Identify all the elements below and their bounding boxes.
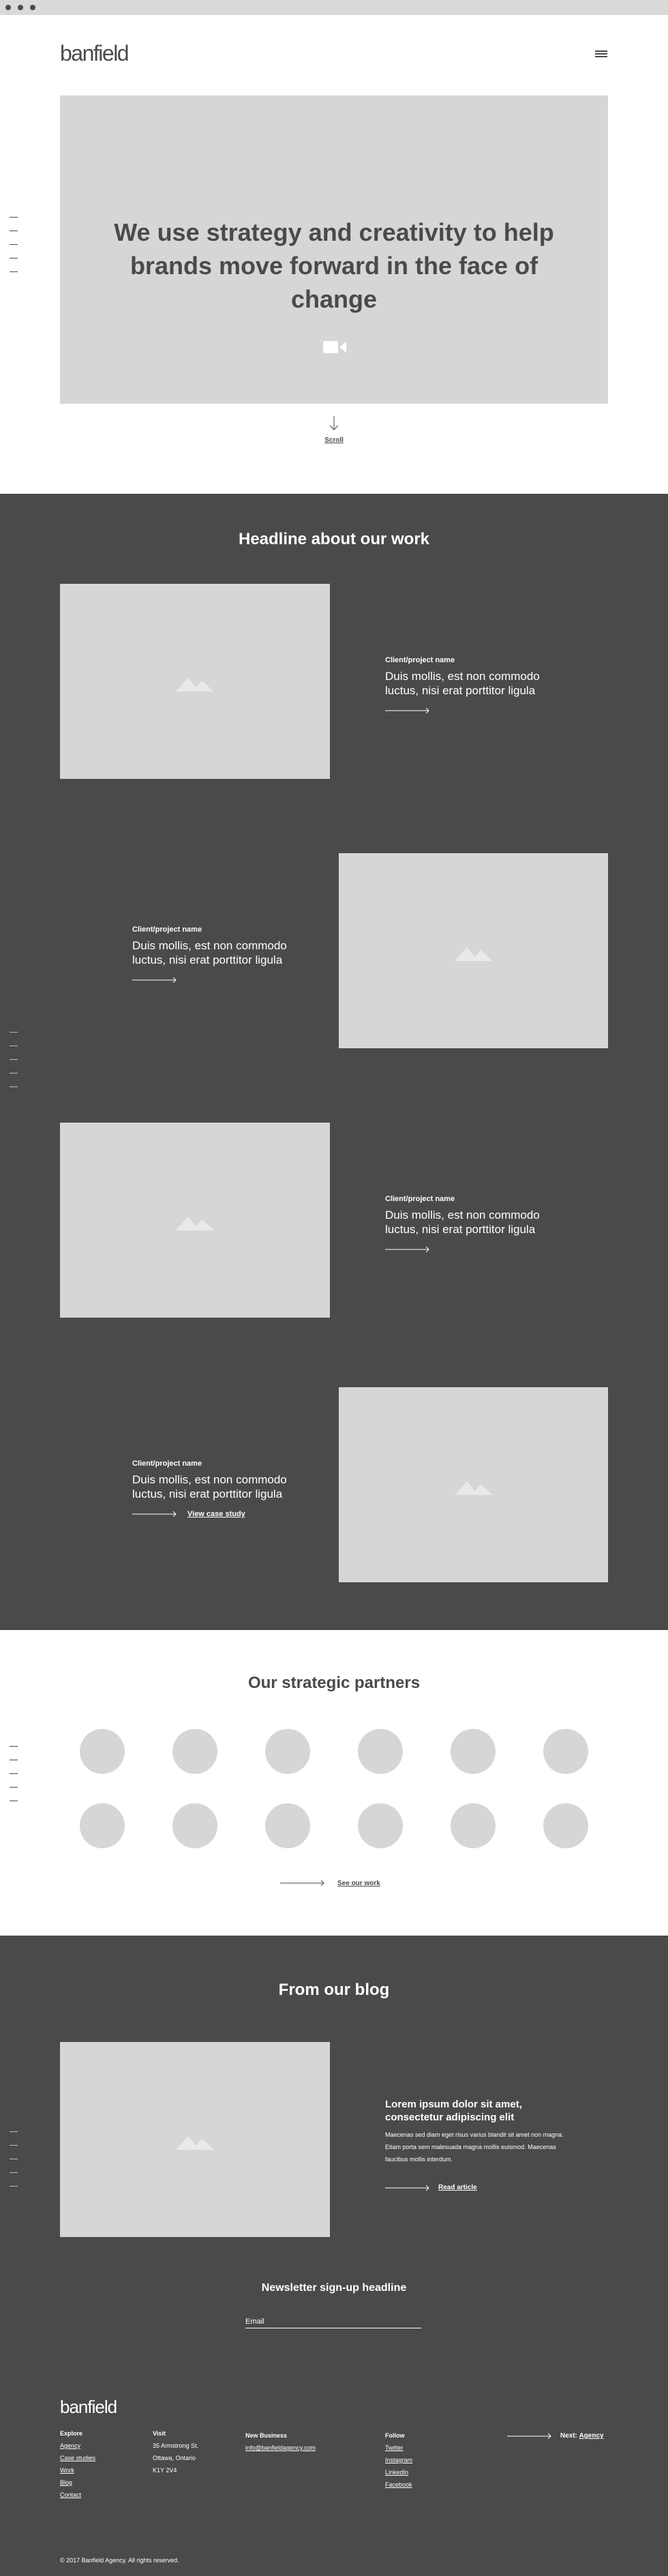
scroll-link[interactable]: Scroll	[0, 436, 668, 444]
view-case-study-link[interactable]: View case study	[187, 1510, 245, 1518]
address-line: Ottawa, Ontario	[153, 2455, 196, 2461]
project-label: Client/project name	[132, 1460, 202, 1468]
footer-link-work[interactable]: Work	[60, 2467, 128, 2474]
email-label: Email	[245, 2318, 264, 2326]
arrow-right-icon[interactable]	[507, 2433, 552, 2439]
window-minimize-dot[interactable]	[18, 5, 23, 10]
project-image-3[interactable]	[60, 1123, 330, 1318]
project-image-2[interactable]	[339, 853, 608, 1048]
see-our-work-link[interactable]: See our work	[337, 1880, 380, 1887]
window-close-dot[interactable]	[5, 5, 11, 10]
footer-heading: Visit	[153, 2430, 166, 2437]
project-desc: Duis mollis, est non commodo luctus, nis…	[132, 1473, 287, 1500]
image-placeholder-icon	[454, 947, 493, 961]
footer-link-contact[interactable]: Contact	[60, 2491, 128, 2498]
address-line: K1Y 2V4	[153, 2467, 177, 2474]
work-headline: Headline about our work	[238, 530, 430, 548]
business-email-link[interactable]: info@banfieldagency.com	[245, 2444, 354, 2451]
section-nav-partners[interactable]	[10, 1746, 18, 1814]
logo[interactable]: banfield	[60, 41, 130, 66]
footer-explore-column: Explore Agency Case studies Work Blog Co…	[60, 2430, 128, 2498]
project-desc: Duis mollis, est non commodo luctus, nis…	[385, 670, 540, 697]
hamburger-icon[interactable]	[595, 50, 607, 57]
footer-heading: New Business	[245, 2432, 288, 2439]
footer-heading: Explore	[60, 2430, 83, 2437]
footer-follow-column: Follow Twitter Instagram LinkedIn Facebo…	[385, 2432, 453, 2488]
arrow-right-icon[interactable]	[385, 708, 430, 713]
read-article-link[interactable]: Read article	[438, 2184, 477, 2191]
blog-post-excerpt: Maecenas sed diam eget risus varius blan…	[385, 2131, 564, 2163]
footer-visit-column: Visit 35 Armstrong St. Ottawa, Ontario K…	[153, 2430, 228, 2474]
partner-logo[interactable]	[80, 1803, 125, 1848]
partner-logo[interactable]	[80, 1729, 125, 1774]
footer-link-instagram[interactable]: Instagram	[385, 2457, 453, 2463]
hero-title: We use strategy and creativity to help br…	[114, 218, 554, 313]
partner-logo[interactable]	[543, 1803, 588, 1848]
next-label: Next:	[560, 2432, 578, 2440]
blog-image[interactable]	[60, 2042, 330, 2237]
video-camera-icon[interactable]	[323, 340, 346, 355]
copyright: © 2017 Banfield Agency. All rights reser…	[60, 2557, 179, 2564]
footer-link-case-studies[interactable]: Case studies	[60, 2455, 128, 2461]
footer-logo[interactable]: banfield	[60, 2397, 117, 2418]
project-desc: Duis mollis, est non commodo luctus, nis…	[385, 1209, 540, 1236]
footer-link-agency[interactable]: Agency	[60, 2442, 128, 2449]
arrow-right-icon[interactable]	[132, 977, 177, 983]
footer-link-facebook[interactable]: Facebook	[385, 2481, 453, 2488]
partners-headline: Our strategic partners	[247, 1674, 421, 1692]
project-image-4[interactable]	[339, 1387, 608, 1582]
image-placeholder-icon	[176, 1217, 214, 1230]
scroll-arrow-icon[interactable]	[329, 416, 339, 431]
footer-link-linkedin[interactable]: LinkedIn	[385, 2469, 453, 2476]
project-image-1[interactable]	[60, 584, 330, 779]
window-maximize-dot[interactable]	[30, 5, 35, 10]
section-nav-hero[interactable]	[10, 217, 18, 285]
arrow-right-icon[interactable]	[385, 1247, 430, 1252]
section-nav-work[interactable]	[10, 1032, 18, 1100]
blog-post-title[interactable]: Lorem ipsum dolor sit amet, consectetur …	[385, 2098, 569, 2124]
arrow-right-icon[interactable]	[132, 1511, 177, 1517]
section-nav-blog[interactable]	[10, 2131, 18, 2200]
arrow-right-icon[interactable]	[385, 2185, 430, 2191]
partner-logo[interactable]	[451, 1729, 496, 1774]
browser-top-bar	[0, 0, 668, 15]
partner-logo[interactable]	[265, 1729, 310, 1774]
project-label: Client/project name	[132, 926, 202, 934]
newsletter-headline: Newsletter sign-up headline	[261, 2282, 407, 2294]
project-label: Client/project name	[385, 1195, 455, 1203]
arrow-right-icon[interactable]	[280, 1880, 325, 1886]
partner-logo[interactable]	[543, 1729, 588, 1774]
email-field[interactable]: Email	[245, 2315, 421, 2328]
image-placeholder-icon	[176, 678, 214, 692]
project-desc: Duis mollis, est non commodo luctus, nis…	[132, 939, 287, 966]
footer-business-column: New Business info@banfieldagency.com	[245, 2432, 354, 2451]
footer-heading: Follow	[385, 2432, 405, 2439]
partner-logo[interactable]	[451, 1803, 496, 1848]
partner-logo[interactable]	[172, 1803, 217, 1848]
partner-logo[interactable]	[172, 1729, 217, 1774]
partner-logo[interactable]	[358, 1729, 403, 1774]
address-line: 35 Armstrong St.	[153, 2442, 199, 2449]
next-page-link[interactable]: Next: Agency	[560, 2432, 604, 2440]
footer-link-blog[interactable]: Blog	[60, 2479, 128, 2486]
footer-link-twitter[interactable]: Twitter	[385, 2444, 453, 2451]
image-placeholder-icon	[454, 1481, 493, 1495]
next-link[interactable]: Agency	[579, 2432, 603, 2440]
blog-headline: From our blog	[278, 1981, 390, 1999]
project-label: Client/project name	[385, 656, 455, 664]
image-placeholder-icon	[176, 2136, 214, 2150]
partner-logo[interactable]	[358, 1803, 403, 1848]
partner-logo[interactable]	[265, 1803, 310, 1848]
